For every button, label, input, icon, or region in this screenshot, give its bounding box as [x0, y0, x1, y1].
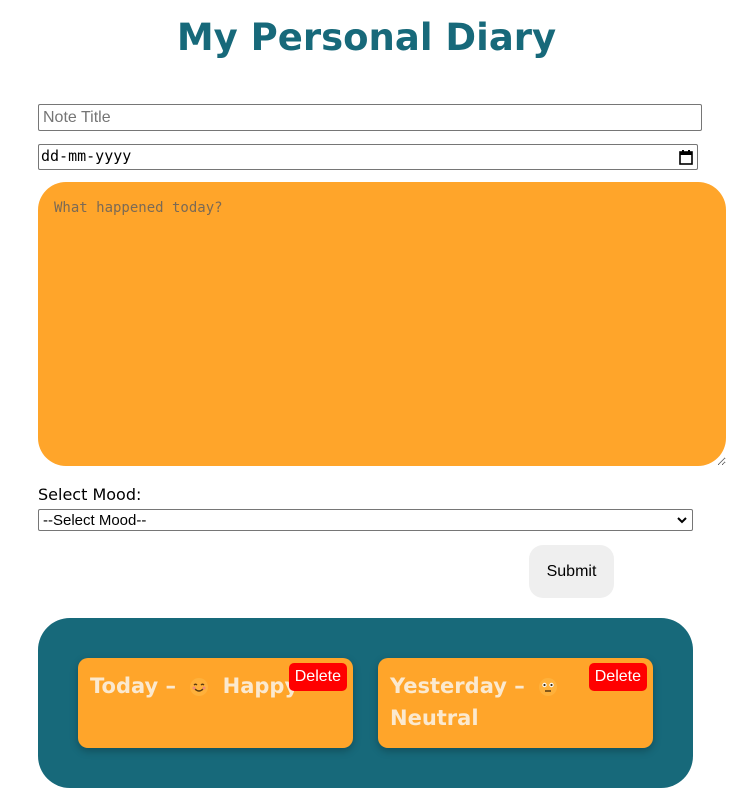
note-mood: Happy	[222, 674, 299, 698]
date-placeholder: dd-mm-yyyy	[41, 147, 132, 165]
smiling-face-icon	[190, 678, 209, 696]
delete-button[interactable]: Delete	[288, 663, 347, 691]
note-separator: –	[165, 674, 177, 698]
delete-button[interactable]: Delete	[588, 663, 647, 691]
notes-container: Today – Happy Delete Yesterday – Neutral…	[38, 618, 693, 788]
diary-entry-textarea[interactable]	[38, 182, 726, 466]
submit-button[interactable]: Submit	[529, 545, 614, 598]
neutral-face-icon	[539, 678, 558, 696]
note-card: Yesterday – Neutral Delete	[378, 658, 653, 748]
mood-select-value: --Select Mood--	[43, 512, 147, 529]
page-title: My Personal Diary	[176, 16, 557, 59]
note-title: Today	[90, 674, 159, 698]
note-mood: Neutral	[390, 706, 479, 730]
note-title: Yesterday	[390, 674, 507, 698]
note-separator: –	[514, 674, 525, 698]
chevron-down-icon	[677, 517, 687, 524]
note-card: Today – Happy Delete	[78, 658, 353, 748]
calendar-icon[interactable]	[679, 149, 693, 165]
note-title-input[interactable]	[38, 104, 702, 131]
date-input[interactable]: dd-mm-yyyy	[38, 144, 698, 170]
mood-label: Select Mood:	[38, 485, 142, 504]
mood-select[interactable]: --Select Mood--	[38, 509, 693, 531]
